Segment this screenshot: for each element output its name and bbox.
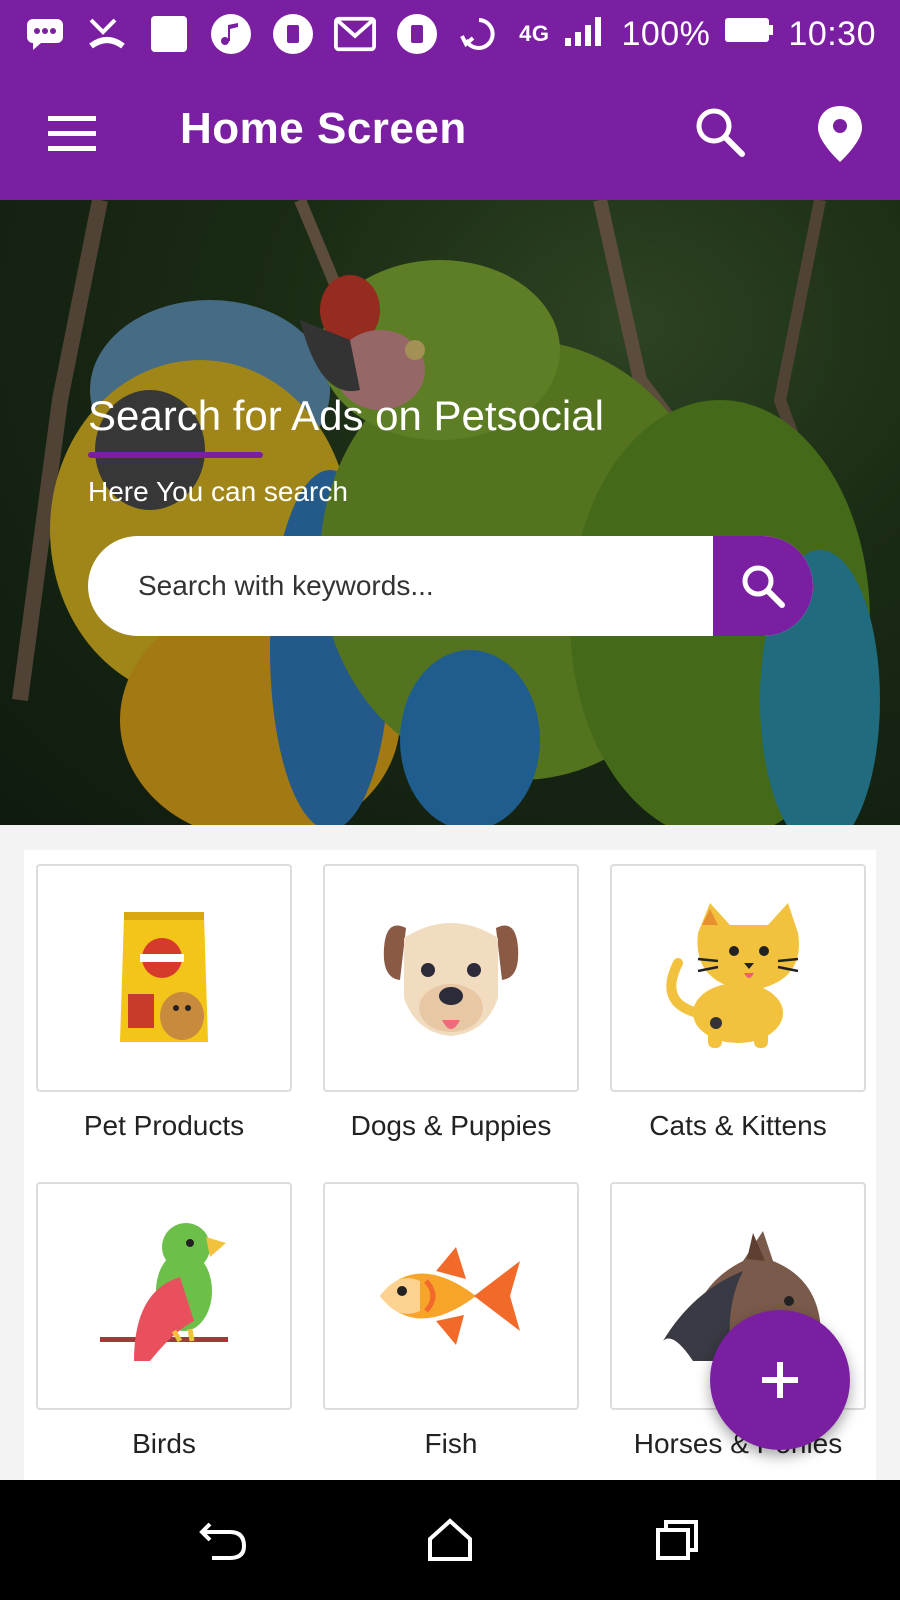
search-bar (88, 536, 813, 636)
category-tile-fish[interactable]: Fish (323, 1182, 579, 1460)
category-tile-dogs-puppies[interactable]: Dogs & Puppies (323, 864, 579, 1142)
category-image (610, 864, 866, 1092)
clock: 10:30 (788, 14, 876, 53)
signal-icon (563, 12, 607, 57)
back-icon[interactable] (188, 1505, 258, 1575)
category-label: Pet Products (83, 1110, 245, 1141)
hero-subtitle: Here You can search (88, 476, 348, 507)
cat-icon (666, 903, 799, 1048)
category-image (323, 1182, 579, 1410)
system-nav-bar (0, 1480, 900, 1600)
parrot-icon (100, 1223, 228, 1361)
recent-apps-icon[interactable] (642, 1505, 712, 1575)
category-image (323, 864, 579, 1092)
app-square-icon (148, 13, 190, 55)
category-label: Fish (424, 1428, 478, 1459)
menu-icon[interactable] (44, 106, 100, 162)
category-image (36, 1182, 292, 1410)
plus-icon (762, 1362, 798, 1398)
music-icon (210, 13, 252, 55)
missed-call-icon (86, 13, 128, 55)
category-label: Cats & Kittens (649, 1110, 827, 1141)
network-type: 4G (519, 21, 550, 46)
app-bar: Home Screen (0, 68, 900, 200)
fish-icon (380, 1247, 520, 1345)
category-label: Birds (132, 1428, 196, 1459)
category-label: Dogs & Puppies (350, 1110, 552, 1141)
hero-banner: Search for Ads on Petsocial Here You can… (0, 200, 900, 825)
search-icon[interactable] (692, 104, 748, 160)
home-icon[interactable] (415, 1505, 485, 1575)
hero-title: Search for Ads on Petsocial (88, 392, 604, 439)
category-tile-pet-products[interactable]: Pet Products (36, 864, 292, 1142)
notification-icons (24, 13, 500, 55)
sync-icon (458, 13, 500, 55)
battery-percent: 100% (621, 14, 711, 53)
category-tile-cats-kittens[interactable]: Cats & Kittens (610, 864, 866, 1142)
search-input[interactable] (88, 536, 713, 636)
message-icon (24, 13, 66, 55)
page-title: Home Screen (180, 104, 467, 153)
pet-food-bag-icon (120, 912, 208, 1042)
add-listing-button[interactable] (710, 1310, 850, 1450)
search-button[interactable] (713, 536, 813, 636)
battery-icon (724, 15, 774, 54)
status-bar: 4G 100% 10:30 (0, 0, 900, 68)
gmail-icon (334, 13, 376, 55)
location-pin-icon[interactable] (812, 104, 868, 164)
dog-face-icon (383, 923, 519, 1036)
category-image (36, 864, 292, 1092)
title-underline (88, 452, 263, 458)
system-status: 4G 100% 10:30 (519, 12, 876, 57)
hero-overlay (0, 200, 900, 825)
category-tile-birds[interactable]: Birds (36, 1182, 292, 1460)
app-circle-icon (272, 13, 314, 55)
app-circle-icon-2 (396, 13, 438, 55)
search-icon (742, 565, 785, 608)
